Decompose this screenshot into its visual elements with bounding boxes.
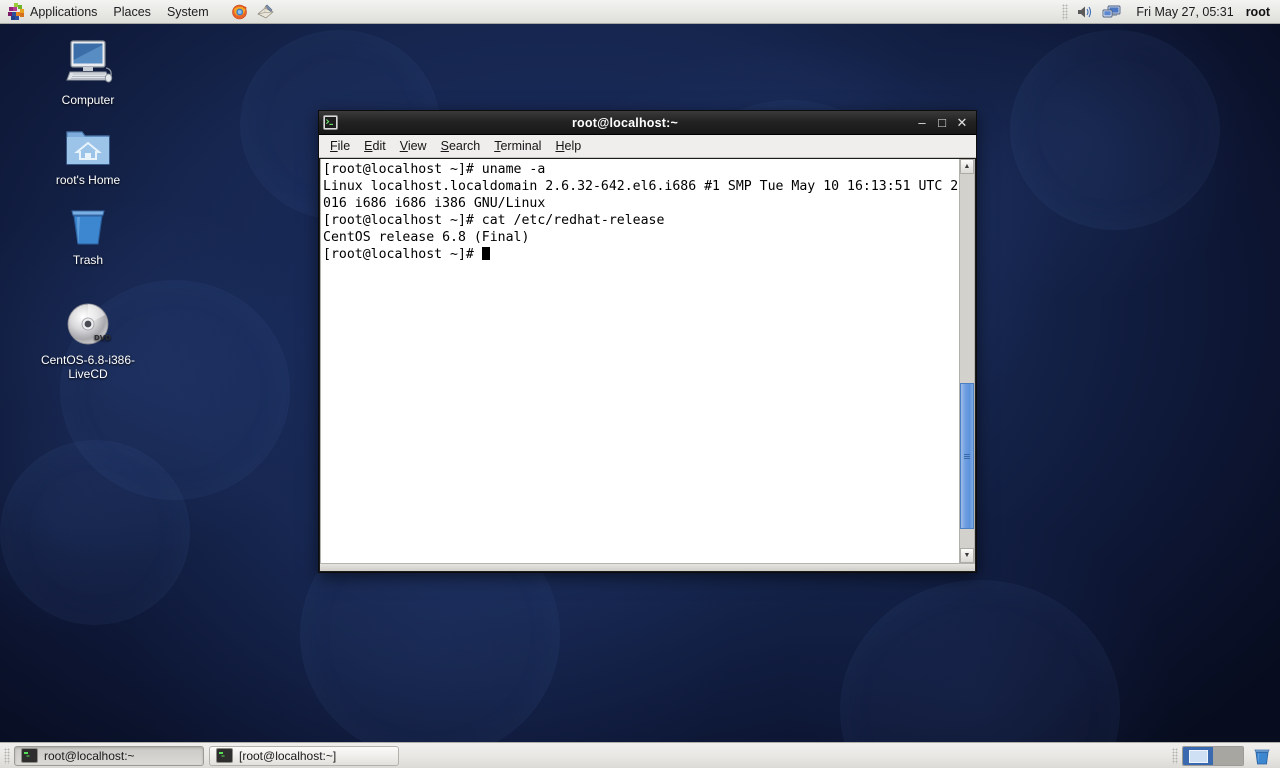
pager-grip[interactable] [1172,747,1178,764]
menu-file-rest: ile [337,139,351,153]
places-menu[interactable]: Places [106,2,158,22]
maximize-button[interactable]: □ [932,113,952,133]
applications-menu[interactable]: Applications [1,2,104,22]
desktop-icon-label: Computer [61,93,115,107]
volume-tray-button[interactable] [1072,4,1098,20]
terminal-icon [21,748,38,763]
menu-view[interactable]: View [393,137,434,155]
scroll-down-button[interactable]: ▼ [960,548,974,563]
menu-edit[interactable]: Edit [357,137,393,155]
terminal-window-footer [320,564,975,571]
desktop-icon-label: root's Home [55,173,121,187]
menu-edit-mnemonic: E [364,139,373,153]
menu-search-rest: earch [448,139,481,153]
trash-icon [33,198,143,248]
wallpaper-bokeh [840,580,1120,768]
cd-dvd-icon: DVD [33,298,143,348]
close-button[interactable]: ✕ [952,113,972,133]
volume-icon [1078,6,1092,17]
menu-terminal-rest: erminal [500,139,542,153]
menu-file-mnemonic: F [330,139,338,153]
system-menu[interactable]: System [160,2,216,22]
evolution-mail-icon [256,4,274,19]
desktop-icon-livecd[interactable]: DVD CentOS-6.8-i386-LiveCD [33,298,143,381]
menu-file[interactable]: File [323,137,357,155]
top-panel: Applications Places System Fri May 27, 0… [0,0,1280,24]
bottom-panel-right [1168,745,1280,766]
evolution-mail-launcher[interactable] [252,3,279,20]
terminal-cursor [481,247,490,260]
panel-tray-area: Fri May 27, 05:31 root [1058,0,1280,24]
workspace-1[interactable] [1183,746,1213,765]
wallpaper-bokeh [0,440,190,625]
applications-menu-label: Applications [30,4,98,19]
menu-view-rest: iew [407,139,427,153]
terminal-scrollbar[interactable]: ▲ ▼ [959,159,974,563]
menu-help-rest: elp [564,139,582,153]
scrollbar-grip [964,453,970,459]
terminal-icon [216,748,233,763]
firefox-launcher[interactable] [227,3,252,20]
terminal-title: root@localhost:~ [571,115,679,130]
menu-terminal[interactable]: Terminal [487,137,548,155]
menu-search[interactable]: Search [434,137,488,155]
menu-help-mnemonic: H [555,139,565,153]
bottom-panel-grip[interactable] [4,747,10,764]
terminal-output-text: [root@localhost ~]# uname -a Linux local… [323,162,959,262]
workspace-2[interactable] [1213,746,1243,765]
terminal-icon [323,115,338,130]
firefox-icon [231,4,247,20]
system-menu-label: System [166,4,209,19]
scrollbar-thumb[interactable] [960,383,974,530]
desktop-icon-computer[interactable]: Computer [33,38,143,107]
desktop-icon-trash[interactable]: Trash [33,198,143,267]
scrollbar-track[interactable] [960,174,974,548]
terminal-window[interactable]: root@localhost:~ – □ ✕ File Edit View Se… [318,110,977,573]
computer-icon [33,38,143,88]
taskbar-item-label: [root@localhost:~] [239,748,337,763]
taskbar-item-terminal-1[interactable]: root@localhost:~ [14,745,204,766]
minimize-button[interactable]: – [912,113,932,133]
trash-icon [1254,749,1270,764]
panel-grip[interactable] [1062,3,1069,20]
menu-view-mnemonic: V [399,139,408,153]
scroll-up-button[interactable]: ▲ [960,159,974,174]
centos-logo-icon [8,3,25,20]
terminal-body[interactable]: [root@localhost ~]# uname -a Linux local… [320,159,975,564]
desktop-icon-label: CentOS-6.8-i386-LiveCD [40,353,136,381]
clock[interactable]: Fri May 27, 05:31 [1126,5,1243,19]
workspace-switcher[interactable] [1182,745,1244,766]
taskbar-item-terminal-2[interactable]: [root@localhost:~] [209,745,399,766]
wallpaper-bokeh [1010,30,1220,230]
workspace-window-thumb [1189,749,1208,763]
terminal-output[interactable]: [root@localhost ~]# uname -a Linux local… [321,159,959,563]
menu-edit-rest: dit [372,139,386,153]
network-icon [1102,5,1121,17]
terminal-titlebar[interactable]: root@localhost:~ – □ ✕ [319,111,976,135]
trash-applet-button[interactable] [1252,747,1272,765]
bottom-panel: root@localhost:~ [root@localhost:~] [0,742,1280,768]
desktop-icon-home[interactable]: root's Home [33,118,143,187]
places-menu-label: Places [113,4,151,19]
network-tray-button[interactable] [1098,4,1126,20]
user-indicator[interactable]: root [1244,5,1280,19]
terminal-menubar: File Edit View Search Terminal Help [319,135,976,158]
home-folder-icon [33,118,143,168]
svg-text:DVD: DVD [94,334,111,342]
menu-help[interactable]: Help [548,137,588,155]
taskbar-item-label: root@localhost:~ [44,748,135,763]
desktop-icon-label: Trash [72,253,104,267]
menu-search-mnemonic: S [440,139,449,153]
